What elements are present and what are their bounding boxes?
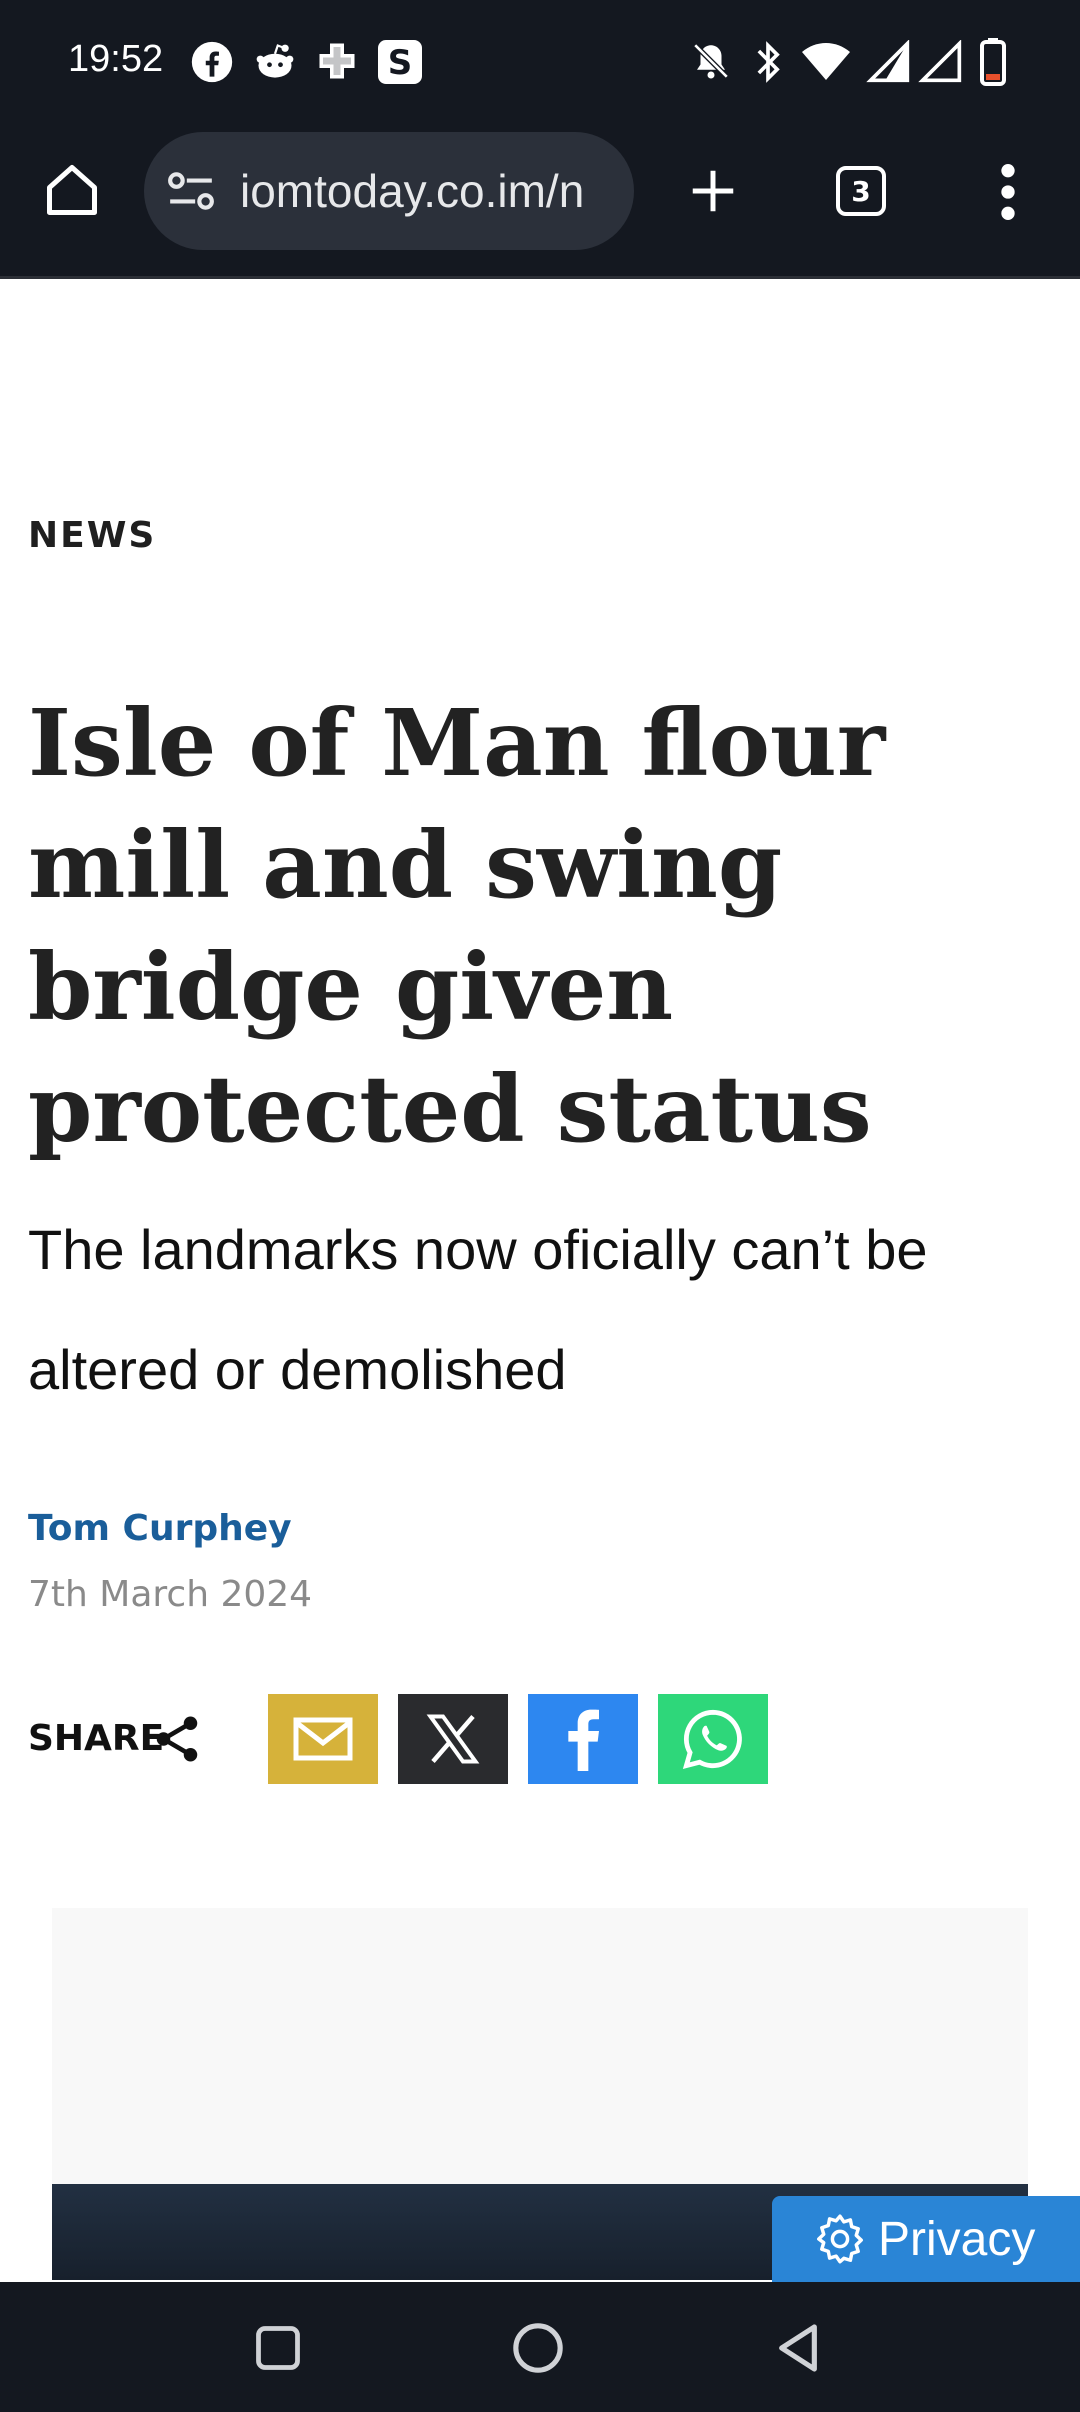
share-email-button[interactable] (268, 1694, 378, 1784)
share-whatsapp-button[interactable] (658, 1694, 768, 1784)
article-headline: Isle of Man flour mill and swing bridge … (28, 689, 886, 1163)
email-icon (293, 1717, 353, 1761)
browser-toolbar: iomtoday.co.im/n 3 (0, 126, 1080, 279)
facebook-notification-icon (191, 41, 233, 83)
share-x-button[interactable] (398, 1694, 508, 1784)
home-icon[interactable] (42, 160, 102, 220)
signal-strength-secondary-icon (918, 40, 962, 83)
section-label[interactable]: NEWS (28, 515, 156, 556)
gear-icon (817, 2214, 863, 2264)
share-label: SHARE (28, 1718, 164, 1759)
article-image-placeholder (52, 1908, 1028, 2184)
wifi-icon (802, 43, 850, 80)
s-app-notification-icon: S (378, 40, 422, 84)
new-tab-icon[interactable] (686, 164, 740, 218)
address-bar[interactable]: iomtoday.co.im/n (144, 132, 634, 250)
reddit-notification-icon (256, 44, 294, 78)
bluetooth-icon (757, 41, 780, 83)
article-subheadline: The landmarks now oficially can’t be alt… (28, 1218, 928, 1401)
x-logo-icon (426, 1714, 480, 1764)
share-facebook-button[interactable] (528, 1694, 638, 1784)
back-icon[interactable] (770, 2320, 826, 2376)
health-notification-icon (319, 43, 355, 79)
status-time: 19:52 (68, 38, 164, 80)
facebook-icon (568, 1709, 599, 1771)
status-bar: 19:52 S (0, 0, 1080, 126)
whatsapp-icon (682, 1709, 742, 1770)
recent-apps-icon[interactable] (252, 2322, 304, 2374)
site-settings-icon[interactable] (166, 168, 216, 214)
home-button-icon[interactable] (510, 2320, 566, 2376)
privacy-settings-button[interactable]: Privacy (772, 2196, 1080, 2282)
signal-strength-icon (866, 40, 910, 83)
tab-count: 3 (851, 174, 871, 208)
share-label-text: SHARE (28, 1718, 165, 1759)
notifications-muted-icon (693, 43, 729, 79)
url-text[interactable]: iomtoday.co.im/n (240, 164, 620, 218)
publish-date: 7th March 2024 (28, 1574, 313, 1615)
author-link[interactable]: Tom Curphey (28, 1508, 292, 1549)
svg-text:S: S (388, 43, 413, 83)
more-options-icon[interactable] (994, 160, 1022, 224)
system-navigation-bar (0, 2282, 1080, 2412)
battery-icon (980, 38, 1006, 86)
privacy-label: Privacy (878, 2212, 1036, 2266)
share-icon (156, 1716, 198, 1762)
tab-switcher-button[interactable]: 3 (836, 166, 886, 216)
